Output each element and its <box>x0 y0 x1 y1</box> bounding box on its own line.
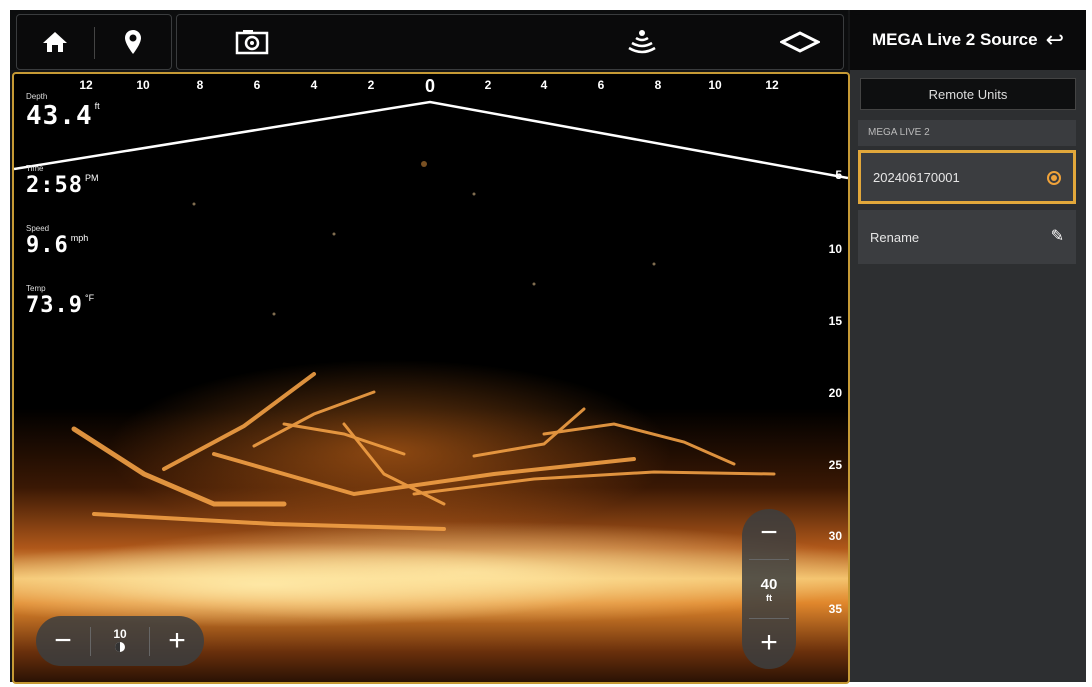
back-arrow-icon[interactable]: ↩ <box>1046 27 1064 53</box>
range-value: 40 <box>760 575 778 593</box>
scale-tick: 8 <box>654 78 662 92</box>
speed-value: 9.6 <box>26 233 69 258</box>
speed-unit: mph <box>70 233 89 243</box>
range-control: − 40 ft + <box>742 509 796 669</box>
scale-tick: 0 <box>424 76 436 96</box>
pencil-icon: ✎ <box>1050 228 1064 245</box>
view-button-group <box>176 14 844 70</box>
depth-tick: 10 <box>828 242 842 256</box>
range-decrease-button[interactable]: − <box>742 509 796 559</box>
zoom-in-button[interactable]: + <box>150 616 204 666</box>
rename-label: Rename <box>870 229 920 245</box>
zoom-control: − 10 + <box>36 616 204 666</box>
zoom-out-button[interactable]: − <box>36 616 90 666</box>
scale-tick: 12 <box>765 78 779 92</box>
camera-icon <box>235 30 269 55</box>
zoom-value: 10 <box>113 626 127 641</box>
waypoint-button[interactable] <box>95 15 171 69</box>
rename-item[interactable]: Rename ✎ <box>858 210 1076 264</box>
section-label: MEGA LIVE 2 <box>858 120 1076 146</box>
view-cone-button[interactable] <box>765 15 835 69</box>
scale-tick: 10 <box>708 78 722 92</box>
depth-tick: 30 <box>828 529 842 543</box>
time-value: 2:58 <box>26 173 83 198</box>
range-increase-button[interactable]: + <box>742 619 796 669</box>
waypoint-icon <box>125 30 141 54</box>
temp-value: 73.9 <box>26 293 83 318</box>
scale-tick: 4 <box>540 78 548 92</box>
source-panel: MEGA Live 2 Source ↩ Remote Units MEGA L… <box>850 10 1086 682</box>
home-button[interactable] <box>17 15 93 69</box>
sonar-view[interactable]: 12 10 8 6 4 2 0 2 4 6 8 10 12 5 10 15 20… <box>12 72 850 684</box>
scale-tick: 4 <box>310 78 318 92</box>
temp-readout: Temp 73.9 °F <box>26 284 94 318</box>
panel-title: MEGA Live 2 Source <box>871 30 1038 49</box>
speed-readout: Speed 9.6 mph <box>26 224 88 258</box>
depth-tick: 25 <box>828 458 842 472</box>
source-item[interactable]: 202406170001 <box>858 150 1076 204</box>
depth-readout: Depth 43.4 ft <box>26 92 100 131</box>
time-readout: Time 2:58 PM <box>26 164 98 198</box>
range-unit: ft <box>766 592 772 603</box>
scale-tick: 2 <box>367 78 375 92</box>
range-readout[interactable]: 40 ft <box>749 559 789 619</box>
scale-tick: 6 <box>597 78 605 92</box>
sonar-icon <box>628 30 656 54</box>
speed-label: Speed <box>26 224 50 233</box>
camera-view-button[interactable] <box>217 15 287 69</box>
remote-units-tab[interactable]: Remote Units <box>860 78 1076 110</box>
depth-tick: 20 <box>828 386 842 400</box>
home-icon <box>43 32 67 52</box>
sonar-returns <box>14 100 848 531</box>
scale-tick: 10 <box>136 78 150 92</box>
depth-tick: 35 <box>828 602 842 616</box>
scale-tick: 6 <box>253 78 261 92</box>
source-id: 202406170001 <box>873 169 960 185</box>
scale-tick: 2 <box>484 78 492 92</box>
temp-label: Temp <box>26 284 46 293</box>
nav-button-group <box>16 14 172 70</box>
app-frame: 12 10 8 6 4 2 0 2 4 6 8 10 12 5 10 15 20… <box>10 10 1086 684</box>
lateral-distance-scale: 12 10 8 6 4 2 0 2 4 6 8 10 12 <box>14 76 848 98</box>
scale-tick: 12 <box>79 78 93 92</box>
depth-value: 43.4 <box>26 101 93 131</box>
view-cone-icon <box>780 31 820 53</box>
depth-unit: ft <box>94 101 100 111</box>
temp-unit: °F <box>84 293 95 303</box>
depth-tick: 15 <box>828 314 842 328</box>
depth-label: Depth <box>26 92 48 101</box>
scale-tick: 8 <box>196 78 204 92</box>
time-unit: PM <box>84 173 99 183</box>
top-toolbar <box>10 10 848 70</box>
radio-selected-icon[interactable] <box>1047 171 1061 185</box>
time-label: Time <box>26 164 44 173</box>
zoom-level[interactable]: 10 <box>90 626 150 656</box>
panel-header: MEGA Live 2 Source ↩ <box>850 10 1086 70</box>
contrast-icon <box>115 641 125 652</box>
depth-tick: 5 <box>835 168 842 182</box>
sonar-view-button[interactable] <box>607 15 677 69</box>
